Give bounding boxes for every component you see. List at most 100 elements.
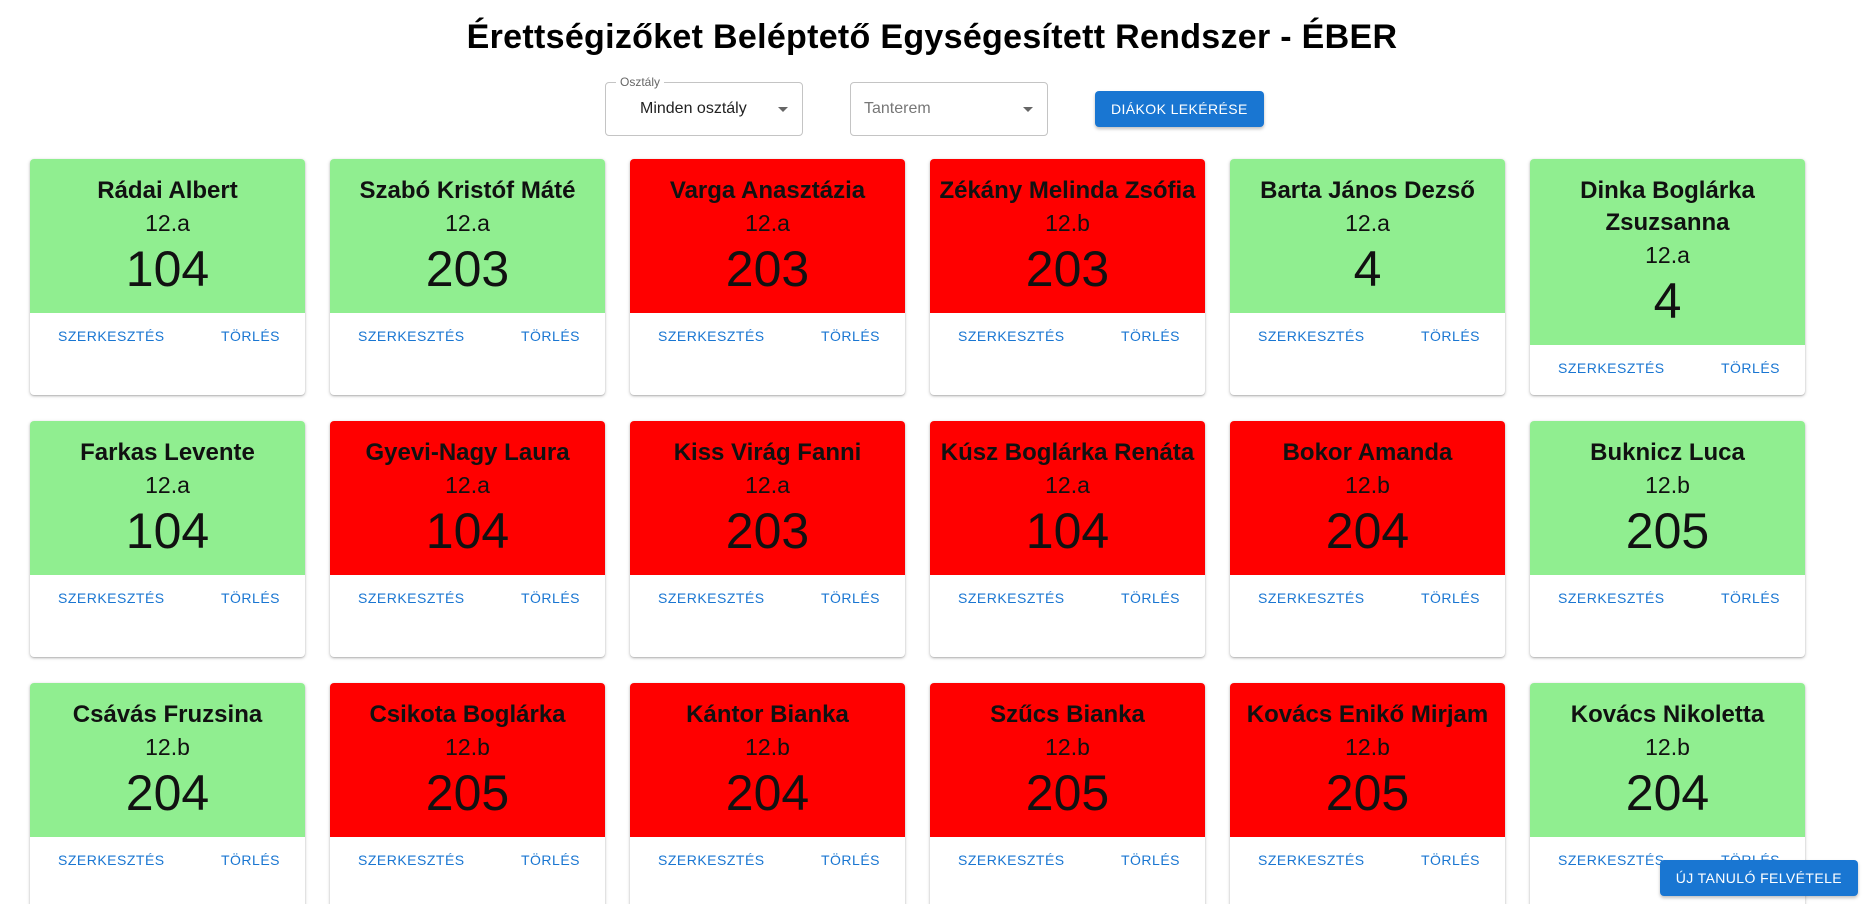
student-class: 12.a: [445, 210, 490, 236]
edit-button[interactable]: SZERKESZTÉS: [658, 852, 765, 868]
edit-button[interactable]: SZERKESZTÉS: [58, 852, 165, 868]
student-card: Barta János Dezső 12.a 4 SZERKESZTÉS TÖRLÉS: [1230, 159, 1505, 395]
student-class: 12.b: [445, 734, 490, 760]
delete-button[interactable]: TÖRLÉS: [821, 328, 880, 344]
card-actions: SZERKESZTÉS TÖRLÉS: [1230, 837, 1505, 868]
edit-button[interactable]: SZERKESZTÉS: [1258, 590, 1365, 606]
student-card-body: Szabó Kristóf Máté 12.a 203: [330, 159, 605, 313]
edit-button[interactable]: SZERKESZTÉS: [958, 852, 1065, 868]
student-name: Csikota Boglárka: [369, 701, 566, 728]
edit-button[interactable]: SZERKESZTÉS: [58, 590, 165, 606]
student-card: Csikota Boglárka 12.b 205 SZERKESZTÉS TÖRLÉS: [330, 683, 605, 904]
add-student-button[interactable]: ÚJ TANULÓ FELVÉTELE: [1659, 860, 1858, 896]
student-room: 205: [1025, 765, 1110, 821]
student-card: Dinka Boglárka Zsuzsanna 12.a 4 SZERKESZTÉS…: [1530, 159, 1805, 395]
student-room: 104: [1025, 503, 1110, 559]
student-card: Farkas Levente 12.a 104 SZERKESZTÉS TÖRLÉS: [30, 421, 305, 657]
student-name: Szabó Kristóf Máté: [359, 177, 576, 204]
student-card: Kovács Enikő Mirjam 12.b 205 SZERKESZTÉS TÖR…: [1230, 683, 1505, 904]
student-name: Csávás Fruzsina: [72, 701, 263, 728]
delete-button[interactable]: TÖRLÉS: [821, 590, 880, 606]
student-room: 204: [1325, 503, 1410, 559]
student-card: Kúsz Boglárka Renáta 12.a 104 SZERKESZTÉS TÖ…: [930, 421, 1205, 657]
delete-button[interactable]: TÖRLÉS: [521, 852, 580, 868]
filter-bar: Osztály Minden osztály Tanterem DIÁKOK L…: [605, 75, 1264, 136]
delete-button[interactable]: TÖRLÉS: [221, 590, 280, 606]
edit-button[interactable]: SZERKESZTÉS: [1558, 360, 1665, 376]
class-select[interactable]: Osztály Minden osztály: [605, 75, 803, 136]
student-room: 203: [1025, 241, 1110, 297]
student-class: 12.a: [145, 472, 190, 498]
card-actions: SZERKESZTÉS TÖRLÉS: [1230, 575, 1505, 606]
edit-button[interactable]: SZERKESZTÉS: [1558, 590, 1665, 606]
student-card: Csávás Fruzsina 12.b 204 SZERKESZTÉS TÖRLÉS: [30, 683, 305, 904]
delete-button[interactable]: TÖRLÉS: [1721, 360, 1780, 376]
card-actions: SZERKESZTÉS TÖRLÉS: [1530, 345, 1805, 376]
delete-button[interactable]: TÖRLÉS: [1421, 852, 1480, 868]
room-select-placeholder: Tanterem: [864, 100, 931, 117]
delete-button[interactable]: TÖRLÉS: [1121, 328, 1180, 344]
delete-button[interactable]: TÖRLÉS: [521, 590, 580, 606]
card-actions: SZERKESZTÉS TÖRLÉS: [930, 575, 1205, 606]
student-card-body: Rádai Albert 12.a 104: [30, 159, 305, 313]
student-card-body: Zékány Melinda Zsófia 12.b 203: [930, 159, 1205, 313]
student-room: 205: [1325, 765, 1410, 821]
student-card-body: Csávás Fruzsina 12.b 204: [30, 683, 305, 837]
edit-button[interactable]: SZERKESZTÉS: [1558, 852, 1665, 868]
edit-button[interactable]: SZERKESZTÉS: [1258, 328, 1365, 344]
delete-button[interactable]: TÖRLÉS: [521, 328, 580, 344]
student-class: 12.a: [1645, 242, 1690, 268]
fetch-students-button[interactable]: DIÁKOK LEKÉRÉSE: [1095, 91, 1264, 127]
student-card-body: Farkas Levente 12.a 104: [30, 421, 305, 575]
student-room: 204: [1625, 765, 1710, 821]
delete-button[interactable]: TÖRLÉS: [1121, 852, 1180, 868]
edit-button[interactable]: SZERKESZTÉS: [1258, 852, 1365, 868]
student-name: Barta János Dezső: [1260, 177, 1475, 204]
student-class: 12.b: [145, 734, 190, 760]
student-room: 4: [1653, 273, 1682, 329]
student-room: 203: [725, 503, 810, 559]
student-name: Gyevi-Nagy Laura: [365, 439, 570, 466]
edit-button[interactable]: SZERKESZTÉS: [358, 328, 465, 344]
card-actions: SZERKESZTÉS TÖRLÉS: [630, 837, 905, 868]
delete-button[interactable]: TÖRLÉS: [1421, 328, 1480, 344]
delete-button[interactable]: TÖRLÉS: [1121, 590, 1180, 606]
student-card: Varga Anasztázia 12.a 203 SZERKESZTÉS TÖRLÉS: [630, 159, 905, 395]
page: Érettségizőket Beléptető Egységesített R…: [0, 0, 1864, 904]
student-card: Kiss Virág Fanni 12.a 203 SZERKESZTÉS TÖRLÉS: [630, 421, 905, 657]
edit-button[interactable]: SZERKESZTÉS: [658, 590, 765, 606]
room-select[interactable]: Tanterem: [850, 82, 1048, 136]
student-card-body: Bokor Amanda 12.b 204: [1230, 421, 1505, 575]
student-name: Varga Anasztázia: [669, 177, 866, 204]
student-room: 203: [425, 241, 510, 297]
student-card-body: Kovács Nikoletta 12.b 204: [1530, 683, 1805, 837]
card-actions: SZERKESZTÉS TÖRLÉS: [930, 313, 1205, 344]
edit-button[interactable]: SZERKESZTÉS: [358, 590, 465, 606]
card-actions: SZERKESZTÉS TÖRLÉS: [30, 575, 305, 606]
delete-button[interactable]: TÖRLÉS: [221, 852, 280, 868]
card-actions: SZERKESZTÉS TÖRLÉS: [1530, 575, 1805, 606]
edit-button[interactable]: SZERKESZTÉS: [358, 852, 465, 868]
student-card-body: Barta János Dezső 12.a 4: [1230, 159, 1505, 313]
student-room: 204: [125, 765, 210, 821]
student-class: 12.b: [1045, 210, 1090, 236]
student-class: 12.a: [745, 210, 790, 236]
edit-button[interactable]: SZERKESZTÉS: [958, 328, 1065, 344]
student-card-body: Varga Anasztázia 12.a 203: [630, 159, 905, 313]
student-class: 12.b: [1345, 472, 1390, 498]
student-room: 205: [425, 765, 510, 821]
delete-button[interactable]: TÖRLÉS: [1421, 590, 1480, 606]
student-card: Gyevi-Nagy Laura 12.a 104 SZERKESZTÉS TÖRLÉS: [330, 421, 605, 657]
student-class: 12.b: [1045, 734, 1090, 760]
delete-button[interactable]: TÖRLÉS: [221, 328, 280, 344]
student-card: Szűcs Bianka 12.b 205 SZERKESZTÉS TÖRLÉS: [930, 683, 1205, 904]
edit-button[interactable]: SZERKESZTÉS: [958, 590, 1065, 606]
student-class: 12.a: [1345, 210, 1390, 236]
delete-button[interactable]: TÖRLÉS: [821, 852, 880, 868]
card-actions: SZERKESZTÉS TÖRLÉS: [330, 575, 605, 606]
edit-button[interactable]: SZERKESZTÉS: [658, 328, 765, 344]
delete-button[interactable]: TÖRLÉS: [1721, 590, 1780, 606]
edit-button[interactable]: SZERKESZTÉS: [58, 328, 165, 344]
card-actions: SZERKESZTÉS TÖRLÉS: [30, 313, 305, 344]
chevron-down-icon: [778, 107, 788, 112]
